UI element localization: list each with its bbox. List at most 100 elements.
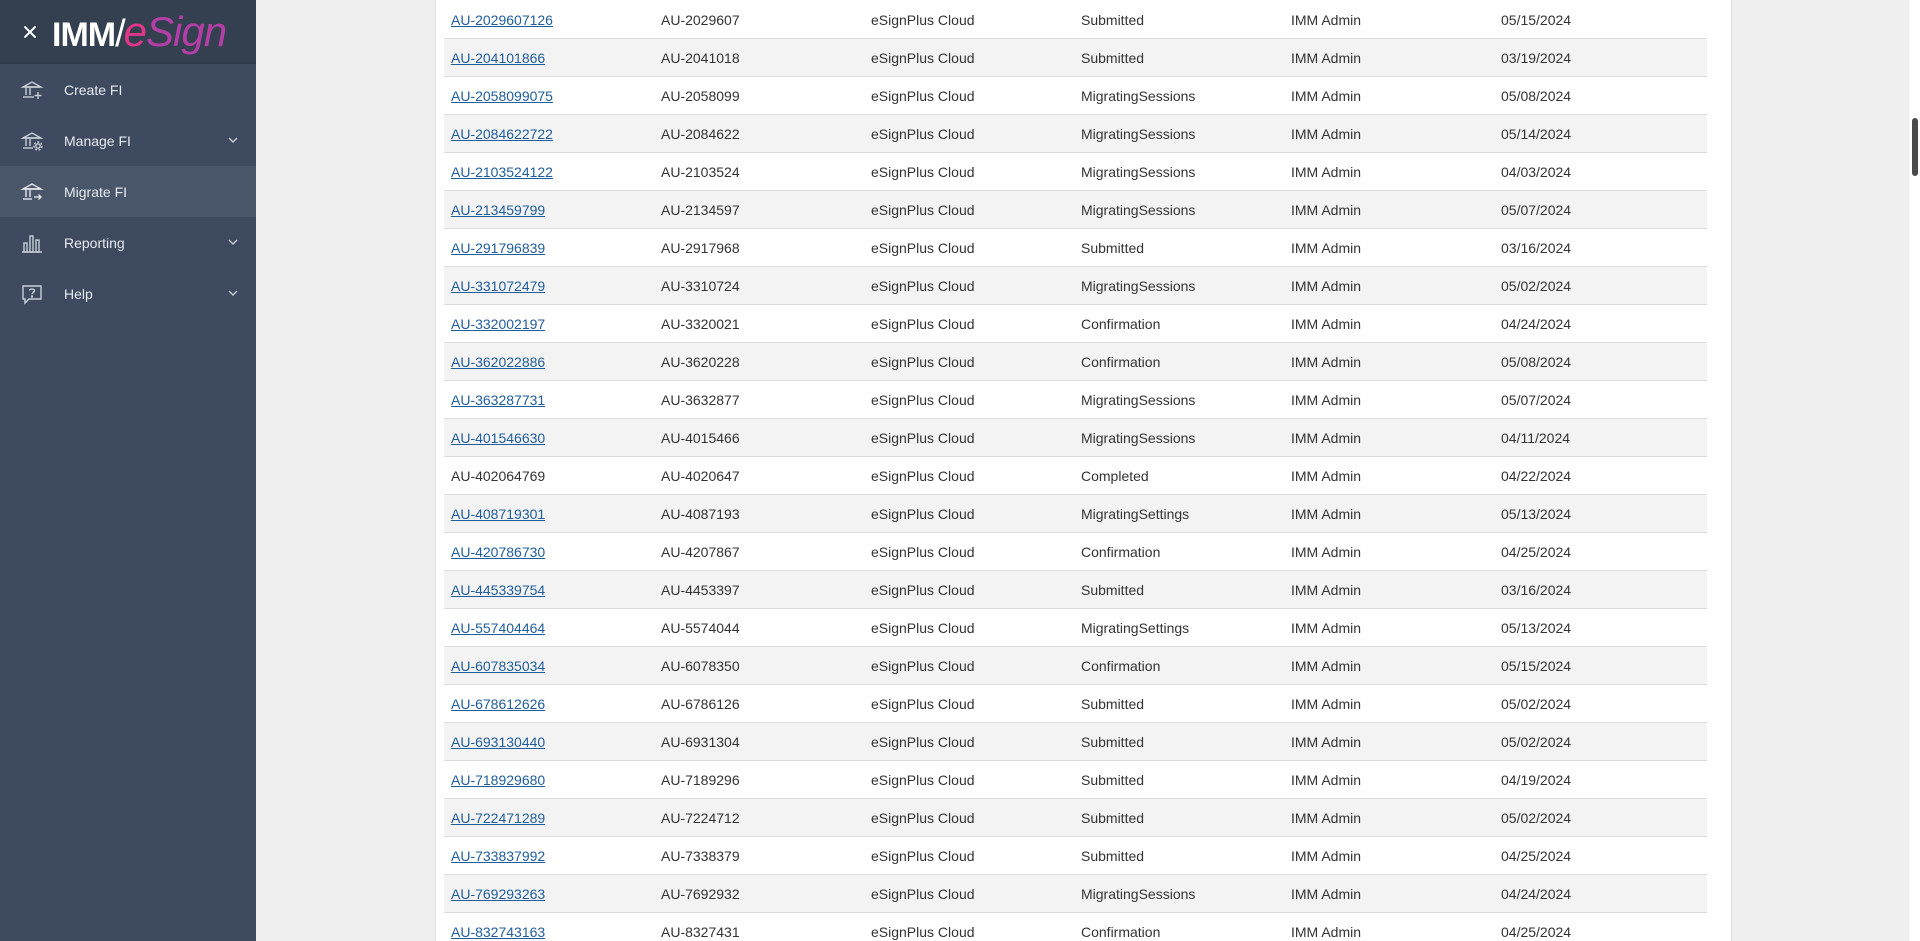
- cell-text: AU-4207867: [661, 543, 740, 560]
- cell-id: AU-2058099075: [444, 76, 654, 115]
- migration-id-link[interactable]: AU-401546630: [451, 430, 545, 446]
- cell-text: IMM Admin: [1291, 429, 1362, 446]
- scrollbar[interactable]: [1909, 0, 1920, 941]
- migration-id-link[interactable]: AU-420786730: [451, 544, 545, 560]
- cell-text: AU-2917968: [661, 239, 740, 256]
- cell-env: eSignPlus Cloud: [864, 38, 1074, 77]
- cell-text: eSignPlus Cloud: [871, 125, 975, 142]
- cell-text: eSignPlus Cloud: [871, 391, 975, 408]
- cell-date: 05/02/2024: [1494, 722, 1707, 761]
- cell-text: 03/16/2024: [1501, 581, 1572, 598]
- cell-text: 04/25/2024: [1501, 923, 1572, 940]
- cell-code: AU-6931304: [654, 722, 864, 761]
- cell-id: AU-204101866: [444, 38, 654, 77]
- cell-id: AU-693130440: [444, 722, 654, 761]
- migration-id-link[interactable]: AU-769293263: [451, 886, 545, 902]
- cell-text: MigratingSessions: [1081, 391, 1196, 408]
- sidebar-item-reporting[interactable]: Reporting: [0, 217, 256, 268]
- cell-code: AU-3320021: [654, 304, 864, 343]
- cell-user: IMM Admin: [1284, 228, 1494, 267]
- chevron-down-icon[interactable]: [228, 288, 238, 298]
- migration-id-link[interactable]: AU-693130440: [451, 734, 545, 750]
- migration-id-link[interactable]: AU-362022886: [451, 354, 545, 370]
- migrations-card: AU-2029607126 AU-2029607 eSignPlus Cloud Su…: [435, 0, 1732, 941]
- sidebar-item-migrate-fi[interactable]: Migrate FI: [0, 166, 256, 217]
- migration-id-link[interactable]: AU-331072479: [451, 278, 545, 294]
- migration-id-link[interactable]: AU-832743163: [451, 924, 545, 940]
- cell-env: eSignPlus Cloud: [864, 266, 1074, 305]
- migration-id-link[interactable]: AU-213459799: [451, 202, 545, 218]
- imm-esign-logo: IMM / eSign: [52, 10, 227, 53]
- scrollbar-thumb[interactable]: [1912, 118, 1918, 176]
- cell-code: AU-7692932: [654, 874, 864, 913]
- cell-code: AU-5574044: [654, 608, 864, 647]
- cell-text: eSignPlus Cloud: [871, 87, 975, 104]
- migration-id-link[interactable]: AU-678612626: [451, 696, 545, 712]
- cell-text: IMM Admin: [1291, 391, 1362, 408]
- migration-id-link[interactable]: AU-2058099075: [451, 88, 553, 104]
- cell-text: AU-4015466: [661, 429, 740, 446]
- cell-text: MigratingSessions: [1081, 429, 1196, 446]
- table-row: AU-832743163 AU-8327431 eSignPlus Cloud Con…: [444, 912, 1707, 941]
- cell-text: MigratingSettings: [1081, 505, 1190, 522]
- cell-text: AU-3620228: [661, 353, 740, 370]
- cell-status: Completed: [1074, 456, 1284, 495]
- cell-text: IMM Admin: [1291, 695, 1362, 712]
- sidebar-item-help[interactable]: Help: [0, 268, 256, 319]
- cell-date: 05/14/2024: [1494, 114, 1707, 153]
- cell-id: AU-291796839: [444, 228, 654, 267]
- cell-text: AU-4020647: [661, 467, 740, 484]
- cell-text: IMM Admin: [1291, 163, 1362, 180]
- migration-id-link[interactable]: AU-408719301: [451, 506, 545, 522]
- table-row: AU-2084622722 AU-2084622 eSignPlus Cloud Mi…: [444, 114, 1707, 153]
- cell-text: Completed: [1081, 467, 1149, 484]
- close-icon[interactable]: [20, 22, 40, 42]
- cell-text: Submitted: [1081, 49, 1145, 66]
- cell-env: eSignPlus Cloud: [864, 380, 1074, 419]
- migration-id-link[interactable]: AU-733837992: [451, 848, 545, 864]
- cell-user: IMM Admin: [1284, 190, 1494, 229]
- sidebar-item-label: Migrate FI: [64, 183, 128, 200]
- cell-user: IMM Admin: [1284, 380, 1494, 419]
- cell-text: 03/16/2024: [1501, 239, 1572, 256]
- cell-id: AU-718929680: [444, 760, 654, 799]
- cell-date: 05/08/2024: [1494, 342, 1707, 381]
- chevron-down-icon[interactable]: [228, 135, 238, 145]
- migration-id-link[interactable]: AU-2084622722: [451, 126, 553, 142]
- cell-text: eSignPlus Cloud: [871, 315, 975, 332]
- cell-text: IMM Admin: [1291, 239, 1362, 256]
- cell-text: eSignPlus Cloud: [871, 847, 975, 864]
- cell-code: AU-7224712: [654, 798, 864, 837]
- table-row: AU-402064769 AU-4020647 eSignPlus Cloud Com…: [444, 456, 1707, 495]
- migration-id-link[interactable]: AU-332002197: [451, 316, 545, 332]
- cell-status: Submitted: [1074, 1, 1284, 39]
- migration-id-link[interactable]: AU-204101866: [451, 50, 545, 66]
- migration-id-link[interactable]: AU-2029607126: [451, 12, 553, 28]
- sidebar-item-create-fi[interactable]: Create FI: [0, 64, 256, 115]
- migration-id-link[interactable]: AU-557404464: [451, 620, 545, 636]
- cell-text: eSignPlus Cloud: [871, 581, 975, 598]
- sidebar-item-label: Manage FI: [64, 132, 131, 149]
- migration-id-link[interactable]: AU-363287731: [451, 392, 545, 408]
- cell-date: 05/02/2024: [1494, 798, 1707, 837]
- cell-text: eSignPlus Cloud: [871, 201, 975, 218]
- cell-env: eSignPlus Cloud: [864, 874, 1074, 913]
- cell-id: AU-363287731: [444, 380, 654, 419]
- cell-text: IMM Admin: [1291, 315, 1362, 332]
- migration-id-link[interactable]: AU-2103524122: [451, 164, 553, 180]
- migration-id-link[interactable]: AU-722471289: [451, 810, 545, 826]
- chevron-down-icon[interactable]: [228, 237, 238, 247]
- cell-id: AU-332002197: [444, 304, 654, 343]
- migrations-table: AU-2029607126 AU-2029607 eSignPlus Cloud Su…: [444, 1, 1707, 941]
- cell-date: 04/25/2024: [1494, 532, 1707, 571]
- migration-id-link[interactable]: AU-718929680: [451, 772, 545, 788]
- migration-id-link[interactable]: AU-607835034: [451, 658, 545, 674]
- cell-text: 05/14/2024: [1501, 125, 1572, 142]
- sidebar-item-manage-fi[interactable]: Manage FI: [0, 115, 256, 166]
- migration-id-link[interactable]: AU-445339754: [451, 582, 545, 598]
- migration-id-link[interactable]: AU-291796839: [451, 240, 545, 256]
- table-row: AU-718929680 AU-7189296 eSignPlus Cloud Sub…: [444, 760, 1707, 799]
- cell-env: eSignPlus Cloud: [864, 798, 1074, 837]
- cell-id: AU-402064769: [444, 456, 654, 495]
- cell-date: 05/07/2024: [1494, 380, 1707, 419]
